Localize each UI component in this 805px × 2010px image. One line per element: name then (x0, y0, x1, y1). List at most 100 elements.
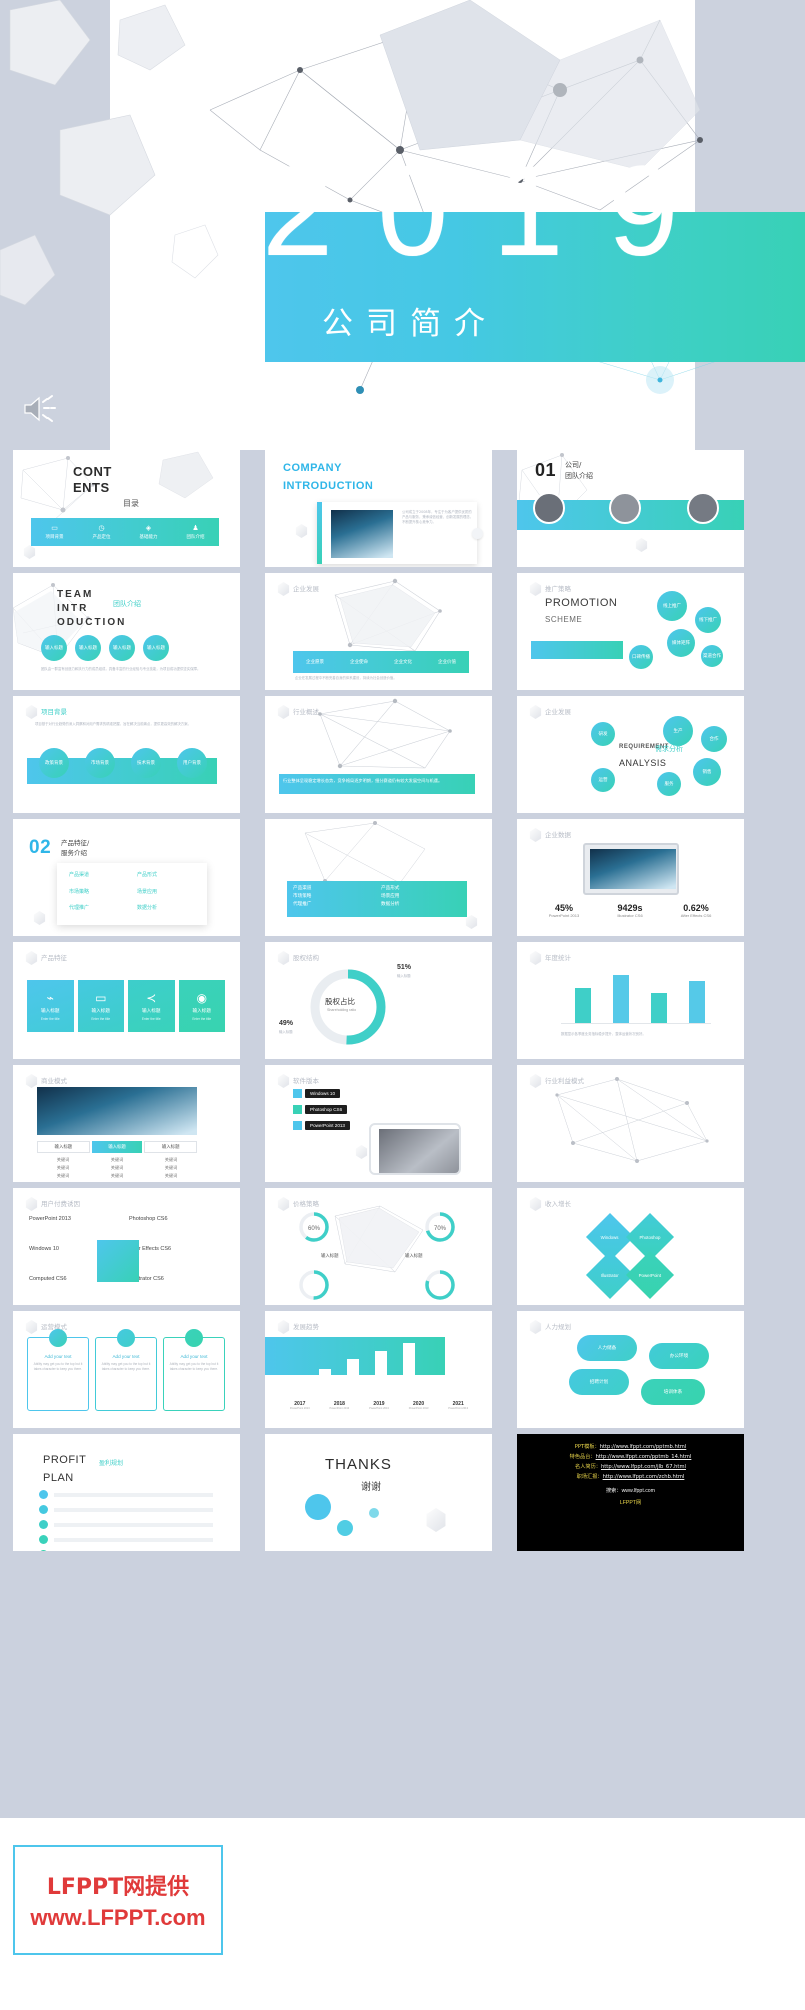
item-0[interactable]: 产品渠道 (69, 871, 127, 884)
ps-right-1[interactable]: 场景应用 (381, 893, 461, 899)
slide-thumb-contents[interactable]: CONT ENTS 目录 ▭ 项目背景 ◷ 产品定位 ◈ 基础能力 ♟ 团队介绍 (13, 450, 240, 567)
link-url-1[interactable]: http://www.lfppt.com/pptmb_14.html (596, 1454, 692, 1460)
slide-thumb-profit-plan[interactable]: PROFIT 盈利规划 PLAN (13, 1434, 240, 1551)
ps-left-1[interactable]: 市场策略 (293, 893, 373, 899)
nav-item-2[interactable]: ◈ 基础能力 (125, 518, 172, 546)
op-card-1[interactable]: Add your text Ability may get you to the… (95, 1329, 157, 1411)
proj-circle-3[interactable]: 用户背景 (177, 748, 207, 778)
link-url-0[interactable]: http://www.lfppt.com/pptmb.html (600, 1444, 687, 1450)
paid-item-1[interactable]: Photoshop CS6 (129, 1216, 168, 1222)
link-url-2[interactable]: http://www.lfppt.com/jlb_67.html (601, 1464, 686, 1470)
slide-thumb-section-01[interactable]: 01 公司/ 团队介绍 (517, 450, 744, 567)
bm-col-2[interactable]: 输入标题 (144, 1141, 198, 1153)
bm-col-0[interactable]: 输入标题 (37, 1141, 90, 1153)
sw-item-1[interactable]: Photoshop CS6 (305, 1105, 348, 1114)
feature-tile-3[interactable]: ◉ 输入标题 Enter the title (178, 980, 225, 1032)
req-bubble-1[interactable]: 合作 (701, 726, 727, 752)
sw-item-0[interactable]: Windows 10 (305, 1089, 341, 1098)
nav-item-0[interactable]: ▭ 项目背景 (31, 518, 78, 546)
proj-circle-0[interactable]: 政策背景 (39, 748, 69, 778)
ps-left-2[interactable]: 代理推广 (293, 901, 373, 907)
op-card-0[interactable]: Add your text Ability may get you to the… (27, 1329, 89, 1411)
ps-right-2[interactable]: 数据分析 (381, 901, 461, 907)
dev-pillar-1[interactable]: 企业使命 (337, 651, 381, 673)
slide-thumb-industry-pattern[interactable]: 行业利益模式 (517, 1065, 744, 1182)
slide-thumb-software-versions[interactable]: 软件版本 Windows 10 Photoshop CS6 PowerPoint… (265, 1065, 492, 1182)
link-row-0[interactable]: PPT模板：http://www.lfppt.com/pptmb.html (523, 1443, 738, 1453)
slide-thumb-thanks[interactable]: THANKS 谢谢 (265, 1434, 492, 1551)
slide-thumb-development-trend[interactable]: 发展趋势 2017 PowerPoint 2013 2018 PowerPoin… (265, 1311, 492, 1428)
trend-cap-4: PowerPoint 2013 (448, 1407, 469, 1410)
link-url-3[interactable]: http://www.lfppt.com/zchb.html (603, 1474, 685, 1480)
download-link-panel: PPT模板：http://www.lfppt.com/pptmb.html 特色… (517, 1434, 744, 1551)
dev-pillar-3[interactable]: 企业价值 (425, 651, 469, 673)
promo-bubble-1[interactable]: 线下推广 (695, 607, 721, 633)
feature-tile-1[interactable]: ▭ 输入标题 Enter the title (77, 980, 124, 1032)
promo-bubble-4[interactable]: 渠道合作 (701, 645, 723, 667)
slide-thumb-operation-mode[interactable]: 运营模式 Add your text Ability may get you t… (13, 1311, 240, 1428)
link-row-2[interactable]: 名人简历：http://www.lfppt.com/jlb_67.html (523, 1463, 738, 1473)
req-bubble-3[interactable]: 服务 (657, 772, 681, 796)
slide-thumb-shareholding-ratio[interactable]: 股权结构 股权占比 Shareholding ratio 51% 输入标题 49… (265, 942, 492, 1059)
item-5[interactable]: 数据分析 (137, 904, 195, 917)
nav-item-3[interactable]: ♟ 团队介绍 (172, 518, 219, 546)
slide-thumb-data-panel[interactable]: 企业数据 45% PowerPoint 2013 9429s Illustrat… (517, 819, 744, 936)
team-tag-3[interactable]: 输入标题 (143, 635, 169, 661)
dev-pillar-0[interactable]: 企业愿景 (293, 651, 337, 673)
promo-bubble-0[interactable]: 线上推广 (657, 591, 687, 621)
slide-thumb-project-background[interactable]: 项目背景 项目基于对行业趋势的深入洞察和对用户需求的精准把握，旨在解决当前痛点，… (13, 696, 240, 813)
req-bubble-5[interactable]: 运营 (591, 768, 615, 792)
link-row-3[interactable]: 职场汇报：http://www.lfppt.com/zchb.html (523, 1473, 738, 1483)
team-tag-0[interactable]: 输入标题 (41, 635, 67, 661)
item-3[interactable]: 产品形式 (137, 871, 195, 884)
thumb-row: CONT ENTS 目录 ▭ 项目背景 ◷ 产品定位 ◈ 基础能力 ♟ 团队介绍 COM… (0, 450, 805, 570)
item-1[interactable]: 市场策略 (69, 888, 127, 901)
slide-thumb-promotion-scheme[interactable]: 推广策略 PROMOTION SCHEME 线上推广 线下推广 媒体矩阵 口碑传… (517, 573, 744, 690)
slide-thumb-income-growth[interactable]: 收入增长 Windows Photoshop Illustrator Power… (517, 1188, 744, 1305)
feature-tile-2[interactable]: ≺ 输入标题 Enter the title (128, 980, 175, 1032)
dev-pillar-2[interactable]: 企业文化 (381, 651, 425, 673)
slide-thumb-hr-plan[interactable]: 人力规划 人力储备 办公环境 招聘计划 培训体系 (517, 1311, 744, 1428)
ps-left-0[interactable]: 产品渠道 (293, 885, 373, 891)
nav-item-1[interactable]: ◷ 产品定位 (78, 518, 125, 546)
hr-bubble-0[interactable]: 人力储备 (577, 1335, 637, 1361)
team-tag-2[interactable]: 输入标题 (109, 635, 135, 661)
promo-bubble-3[interactable]: 口碑传播 (629, 645, 653, 669)
feature-tile-0[interactable]: ⌁ 输入标题 Enter the title (27, 980, 74, 1032)
slide-thumb-business-model[interactable]: 商业模式 输入标题 输入标题 输入标题 关键词 关键词 关键词 关键词 关键词 … (13, 1065, 240, 1182)
ps-right-0[interactable]: 产品形式 (381, 885, 461, 891)
slide-thumb-product-service[interactable]: 产品渠道 产品形式 市场策略 场景应用 代理推广 数据分析 (265, 819, 492, 936)
team-tag-1[interactable]: 输入标题 (75, 635, 101, 661)
slide-thumb-section-02[interactable]: 02 产品特征/ 服务介绍 产品渠道 产品形式 市场策略 场景应用 代理推广 数… (13, 819, 240, 936)
slide-thumb-team-introduction[interactable]: TEAM INTR ODUCTION 团队介绍 输入标题 输入标题 输入标题 输… (13, 573, 240, 690)
trend-year-0: 2017 PowerPoint 2013 (285, 1401, 315, 1411)
req-bubble-0[interactable]: 生产 (663, 716, 693, 746)
bm-col-1[interactable]: 输入标题 (91, 1141, 143, 1153)
slide-thumb-annual-statistics[interactable]: 年度统计 数据显示各季度业务指标稳步提升，整体运营状况良好。 (517, 942, 744, 1059)
slide-thumb-company-introduction[interactable]: COMPANY INTRODUCTION 公司成立于2008年，专注于为客户提供… (265, 450, 492, 567)
slide-thumb-product-features[interactable]: 产品特征 ⌁ 输入标题 Enter the title ▭ 输入标题 Enter… (13, 942, 240, 1059)
promo-bubble-2[interactable]: 媒体矩阵 (667, 629, 695, 657)
hr-bubble-2[interactable]: 招聘计划 (569, 1369, 629, 1395)
proj-circle-1[interactable]: 市场背景 (85, 748, 115, 778)
item-4[interactable]: 场景应用 (137, 888, 195, 901)
hr-bubble-1[interactable]: 办公环境 (649, 1343, 709, 1369)
slide-thumb-price-strategy[interactable]: 价格策略 60% 70% 输入标题 输入标题 (265, 1188, 492, 1305)
paid-item-2[interactable]: Windows 10 (29, 1246, 59, 1252)
req-bubble-2[interactable]: 销售 (693, 758, 721, 786)
req-bubble-4[interactable]: 研发 (591, 722, 615, 746)
paid-item-4[interactable]: Computed CS6 (29, 1276, 67, 1282)
proj-circle-2[interactable]: 技术背景 (131, 748, 161, 778)
link-row-1[interactable]: 特色品台：http://www.lfppt.com/pptmb_14.html (523, 1453, 738, 1463)
slide-thumb-company-development[interactable]: 企业发展 企业愿景 企业使命 企业文化 企业价值 企业在发展过程中不断完善自身的… (265, 573, 492, 690)
slide-thumb-paid-reasons[interactable]: 用户付费诱因 PowerPoint 2013 Photoshop CS6 Win… (13, 1188, 240, 1305)
slide-thumb-requirement-analysis[interactable]: 企业发展 生产 合作 销售 服务 研发 运营 REQUIREMENT 需求分析 … (517, 696, 744, 813)
income-tile-3[interactable]: PowerPoint (625, 1250, 675, 1300)
sw-item-2[interactable]: PowerPoint 2013 (305, 1121, 350, 1130)
slide-thumb-industry-overview[interactable]: 行业概述 行业整体呈现稳定增长态势，竞争格局逐步明朗，细分赛道仍有较大发展空间与… (265, 696, 492, 813)
item-2[interactable]: 代理推广 (69, 904, 127, 917)
paid-item-0[interactable]: PowerPoint 2013 (29, 1216, 71, 1222)
hr-bubble-3[interactable]: 培训体系 (641, 1379, 705, 1405)
search-url[interactable]: www.lfppt.com (622, 1488, 655, 1494)
op-card-2[interactable]: Add your text Ability may get you to the… (163, 1329, 225, 1411)
